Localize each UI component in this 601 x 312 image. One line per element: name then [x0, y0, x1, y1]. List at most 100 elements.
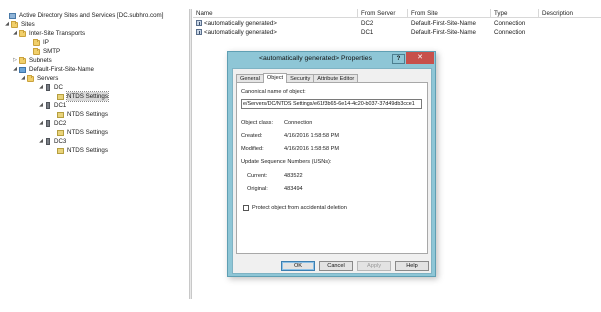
- tree-node-label: Active Directory Sites and Services [DC.…: [19, 12, 164, 19]
- expand-arrow-icon[interactable]: ◢: [4, 20, 10, 29]
- table-row[interactable]: <automatically generated> DC2 Default-Fi…: [193, 19, 601, 28]
- row-from-server: DC2: [361, 20, 374, 27]
- usn-original-value: 483494: [284, 186, 303, 192]
- tree-node-server-dc1[interactable]: ◢ DC1: [38, 101, 66, 110]
- object-tab-panel: Canonical name of object: e/Servers/DC/N…: [236, 82, 428, 254]
- protect-from-deletion-checkbox[interactable]: [243, 205, 249, 211]
- row-name: <automatically generated>: [204, 29, 277, 36]
- help-question-button[interactable]: ?: [392, 54, 405, 64]
- help-button[interactable]: Help: [395, 261, 429, 271]
- tree-node-label: DC1: [54, 102, 67, 109]
- folder-icon: [33, 47, 40, 55]
- dialog-titlebar[interactable]: <automatically generated> Properties ? ✕: [228, 52, 435, 68]
- ntds-settings-icon: [57, 147, 64, 154]
- list-header: Name From Server From Site Type Descript…: [193, 9, 601, 18]
- tree-node-label: DC2: [54, 120, 67, 127]
- dialog-body: General Object Security Attribute Editor…: [232, 68, 432, 274]
- ad-sites-icon: [9, 12, 16, 19]
- column-header-description[interactable]: Description: [539, 9, 601, 18]
- tree-node-inter-site-transports[interactable]: ◢ Inter-Site Transports: [12, 29, 85, 38]
- tree-node-label: NTDS Settings: [67, 147, 108, 154]
- tree-node-label: SMTP: [43, 48, 61, 55]
- tree-node-label: DC3: [54, 138, 67, 145]
- tree-node-label: NTDS Settings: [67, 111, 108, 118]
- tree-node-server-dc2[interactable]: ◢ DC2: [38, 119, 66, 128]
- modified-value: 4/16/2016 1:58:58 PM: [284, 146, 340, 152]
- usn-label: Update Sequence Numbers (USNs):: [241, 159, 332, 165]
- row-from-server: DC1: [361, 29, 374, 36]
- folder-icon: [19, 29, 26, 37]
- canonical-name-field[interactable]: e/Servers/DC/NTDS Settings/e61f3b65-6e14…: [241, 99, 422, 109]
- apply-button[interactable]: Apply: [357, 261, 391, 271]
- tree-node-label: IP: [43, 39, 49, 46]
- folder-icon: [27, 74, 34, 82]
- tree-node-ntds-settings-dc1[interactable]: NTDS Settings: [57, 110, 108, 119]
- close-button[interactable]: ✕: [406, 52, 434, 64]
- row-type: Connection: [494, 29, 526, 36]
- ntds-settings-icon: [57, 93, 64, 100]
- row-from-site: Default-First-Site-Name: [411, 29, 476, 36]
- tree-node-smtp[interactable]: SMTP: [33, 47, 60, 56]
- server-icon: [46, 84, 50, 91]
- properties-dialog: <automatically generated> Properties ? ✕…: [227, 51, 436, 277]
- folder-icon: [19, 56, 26, 64]
- console-tree: Active Directory Sites and Services [DC.…: [0, 9, 188, 299]
- table-row[interactable]: <automatically generated> DC1 Default-Fi…: [193, 28, 601, 37]
- modified-label: Modified:: [241, 146, 264, 152]
- usn-current-label: Current:: [247, 173, 268, 179]
- row-name-cell: <automatically generated>: [193, 19, 358, 28]
- tree-node-label: NTDS Settings: [66, 91, 109, 102]
- site-icon: [19, 66, 26, 73]
- canonical-name-label: Canonical name of object:: [241, 89, 306, 95]
- collapsed-arrow-icon[interactable]: ▷: [12, 56, 18, 65]
- tree-node-ntds-settings-dc3[interactable]: NTDS Settings: [57, 146, 108, 155]
- cancel-button[interactable]: Cancel: [319, 261, 353, 271]
- ntds-settings-icon: [57, 111, 64, 118]
- tree-node-servers[interactable]: ◢ Servers: [20, 74, 58, 83]
- server-icon: [46, 102, 50, 109]
- column-header-from-site[interactable]: From Site: [408, 9, 491, 18]
- object-class-label: Object class:: [241, 120, 274, 126]
- expand-arrow-icon[interactable]: ◢: [12, 65, 18, 74]
- row-name-cell: <automatically generated>: [193, 28, 358, 37]
- row-from-site: Default-First-Site-Name: [411, 20, 476, 27]
- tree-node-label: DC: [54, 84, 63, 91]
- object-class-value: Connection: [284, 120, 313, 126]
- protect-from-deletion-label[interactable]: Protect object from accidental deletion: [252, 205, 347, 211]
- tree-node-label: Sites: [21, 21, 35, 28]
- folder-icon: [33, 38, 40, 46]
- dialog-title: <automatically generated> Properties: [259, 55, 372, 62]
- expand-arrow-icon[interactable]: ◢: [38, 137, 44, 146]
- ok-button[interactable]: OK: [281, 261, 315, 271]
- tab-object[interactable]: Object: [262, 73, 288, 83]
- expand-arrow-icon[interactable]: ◢: [38, 119, 44, 128]
- expand-arrow-icon[interactable]: ◢: [38, 101, 44, 110]
- tree-node-subnets[interactable]: ▷ Subnets: [12, 56, 52, 65]
- column-header-from-server[interactable]: From Server: [358, 9, 408, 18]
- created-label: Created:: [241, 133, 263, 139]
- usn-original-label: Original:: [247, 186, 268, 192]
- tree-node-sites[interactable]: ◢ Sites: [4, 20, 35, 29]
- connection-icon: [196, 29, 202, 35]
- folder-icon: [11, 20, 18, 28]
- tree-node-ntds-settings-dc2[interactable]: NTDS Settings: [57, 128, 108, 137]
- tree-node-ip[interactable]: IP: [33, 38, 49, 47]
- server-icon: [46, 138, 50, 145]
- tree-node-server-dc[interactable]: ◢ DC: [38, 83, 63, 92]
- server-icon: [46, 120, 50, 127]
- connection-icon: [196, 20, 202, 26]
- tree-node-label: NTDS Settings: [67, 129, 108, 136]
- usn-current-value: 483522: [284, 173, 303, 179]
- tree-node-default-first-site-name[interactable]: ◢ Default-First-Site-Name: [12, 65, 94, 74]
- column-header-type[interactable]: Type: [491, 9, 539, 18]
- pane-splitter[interactable]: [189, 9, 192, 299]
- tree-node-ntds-settings-dc[interactable]: NTDS Settings: [57, 91, 109, 102]
- expand-arrow-icon[interactable]: ◢: [38, 83, 44, 92]
- row-type: Connection: [494, 20, 526, 27]
- expand-arrow-icon[interactable]: ◢: [12, 29, 18, 38]
- tree-node-label: Default-First-Site-Name: [29, 66, 94, 73]
- column-header-name[interactable]: Name: [193, 9, 358, 18]
- tree-node-server-dc3[interactable]: ◢ DC3: [38, 137, 66, 146]
- expand-arrow-icon[interactable]: ◢: [20, 74, 26, 83]
- tree-node-root[interactable]: Active Directory Sites and Services [DC.…: [2, 11, 163, 20]
